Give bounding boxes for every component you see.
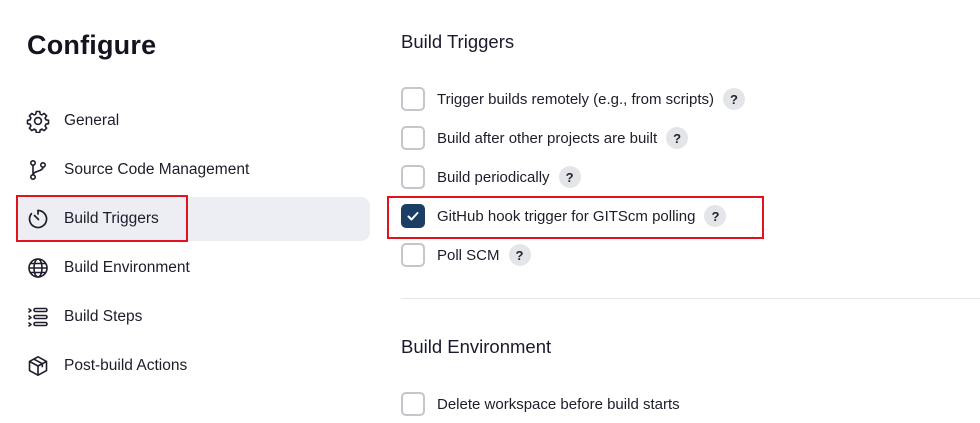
- option-label: Delete workspace before build starts: [437, 395, 680, 413]
- sidebar-item-general[interactable]: General: [16, 99, 370, 143]
- checkbox[interactable]: [401, 87, 425, 111]
- sidebar-item-label: Post-build Actions: [64, 357, 188, 374]
- list-steps-icon: [26, 305, 50, 329]
- help-icon[interactable]: ?: [558, 166, 581, 188]
- gear-icon: [26, 109, 50, 133]
- checkmark-icon: [407, 212, 419, 221]
- option-label: GitHub hook trigger for GITScm polling: [437, 207, 696, 225]
- timer-icon: [26, 207, 50, 231]
- help-icon[interactable]: ?: [508, 244, 531, 266]
- globe-icon: [26, 256, 50, 280]
- sidebar-item-label: General: [64, 112, 120, 129]
- option-label: Build periodically: [437, 168, 550, 186]
- sidebar-item-label: Build Environment: [64, 259, 190, 276]
- sidebar-item-build-triggers[interactable]: Build Triggers: [16, 197, 370, 241]
- section-title-build-environment: Build Environment: [401, 336, 552, 357]
- page-title: Configure: [27, 30, 157, 60]
- sidebar-item-post-build-actions[interactable]: Post-build Actions: [16, 344, 370, 388]
- option-trigger-remotely: Trigger builds remotely (e.g., from scri…: [401, 86, 746, 112]
- checkbox[interactable]: [401, 165, 425, 189]
- option-build-after-other-projects: Build after other projects are built ?: [401, 125, 689, 151]
- checkbox[interactable]: [401, 126, 425, 150]
- sidebar-item-label: Build Triggers: [64, 210, 159, 227]
- option-poll-scm: Poll SCM ?: [401, 242, 531, 268]
- sidebar-item-source-code-management[interactable]: Source Code Management: [16, 148, 370, 192]
- section-divider: [401, 298, 980, 299]
- option-label: Poll SCM: [437, 246, 500, 264]
- sidebar-item-label: Build Steps: [64, 308, 143, 325]
- package-icon: [26, 354, 50, 378]
- sidebar-item-build-steps[interactable]: Build Steps: [16, 295, 370, 339]
- option-build-periodically: Build periodically ?: [401, 164, 581, 190]
- checkbox[interactable]: [401, 392, 425, 416]
- help-icon[interactable]: ?: [666, 127, 689, 149]
- option-label: Build after other projects are built: [437, 129, 658, 147]
- help-icon[interactable]: ?: [704, 205, 727, 227]
- option-delete-workspace: Delete workspace before build starts: [401, 391, 680, 417]
- option-label: Trigger builds remotely (e.g., from scri…: [437, 90, 715, 108]
- sidebar-item-build-environment[interactable]: Build Environment: [16, 246, 370, 290]
- option-github-hook-trigger: GitHub hook trigger for GITScm polling ?: [401, 203, 727, 229]
- sidebar-item-label: Source Code Management: [64, 161, 250, 178]
- checkbox-checked[interactable]: [401, 204, 425, 228]
- help-icon[interactable]: ?: [723, 88, 746, 110]
- git-branch-icon: [26, 158, 50, 182]
- checkbox[interactable]: [401, 243, 425, 267]
- section-title-build-triggers: Build Triggers: [401, 31, 515, 52]
